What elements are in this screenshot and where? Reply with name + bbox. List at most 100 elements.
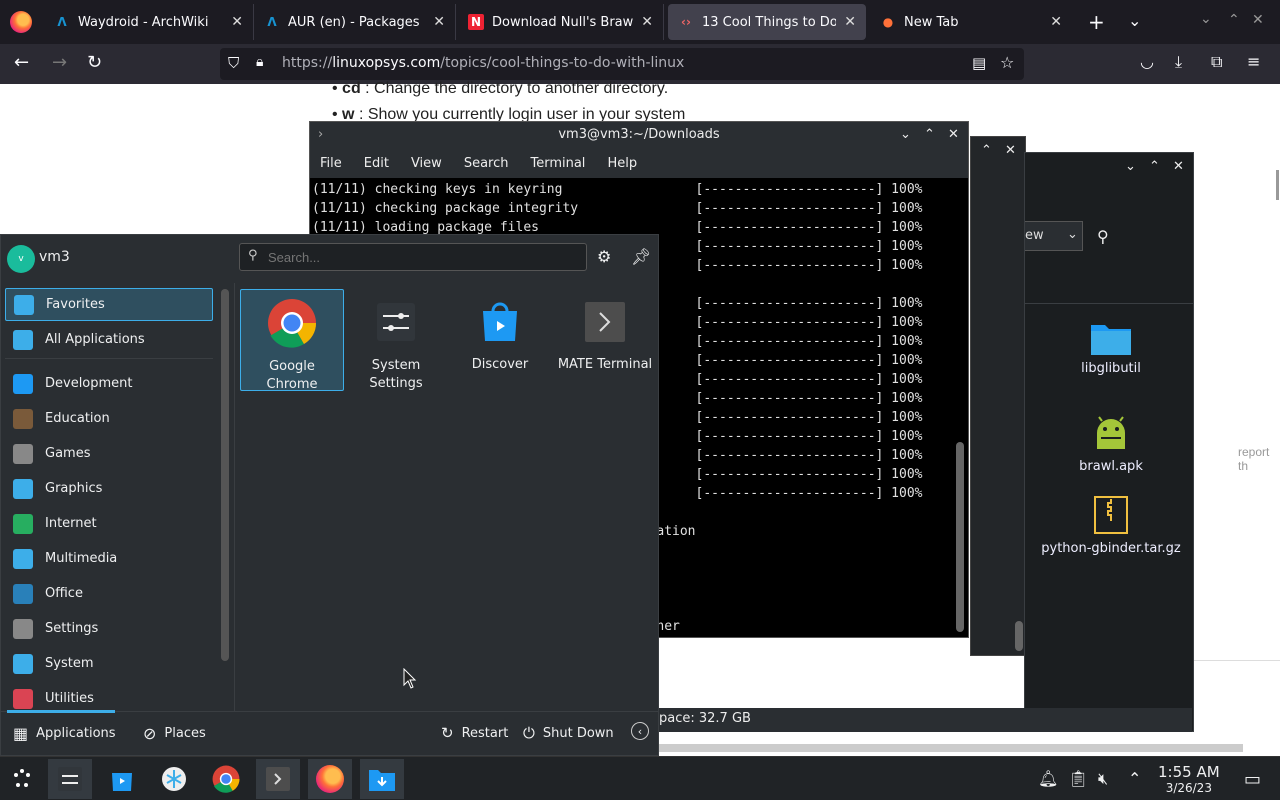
reader-view-icon[interactable]: ▤ <box>972 54 986 72</box>
file-item-libglibutil[interactable]: libglibutil <box>1041 319 1181 376</box>
minimize-window-icon[interactable]: ⌄ <box>1125 159 1136 174</box>
menu-view[interactable]: View <box>411 156 442 171</box>
forward-arrow-icon[interactable]: → <box>52 52 67 73</box>
category-graphics[interactable]: Graphics <box>5 472 213 505</box>
task-mate-terminal[interactable] <box>256 759 300 799</box>
tab-waydroid-archwiki[interactable]: Λ Waydroid - ArchWiki ✕ <box>44 4 254 40</box>
task-system-settings[interactable] <box>48 759 92 799</box>
tab-download-nulls-brawl[interactable]: N Download Null's Brawl ✕ <box>458 4 664 40</box>
close-tab-icon[interactable]: ✕ <box>433 14 445 30</box>
tab-new-tab[interactable]: ● New Tab ✕ <box>870 4 1072 40</box>
menu-terminal[interactable]: Terminal <box>530 156 585 171</box>
close-window-icon[interactable]: ✕ <box>948 122 959 148</box>
category-all-applications[interactable]: All Applications <box>5 323 213 356</box>
category-development[interactable]: Development <box>5 367 213 400</box>
close-tab-icon[interactable]: ✕ <box>641 14 653 30</box>
volume-muted-icon[interactable]: 🔇︎ <box>1098 769 1108 789</box>
menu-search[interactable]: Search <box>464 156 509 171</box>
tab-aur-packages[interactable]: Λ AUR (en) - Packages ✕ <box>254 4 456 40</box>
category-office[interactable]: Office <box>5 577 213 610</box>
menu-help[interactable]: Help <box>607 156 637 171</box>
close-window-icon[interactable]: ✕ <box>1173 159 1184 174</box>
close-window-icon[interactable]: ✕ <box>1252 12 1264 28</box>
terminal-titlebar[interactable]: › vm3@vm3:~/Downloads ⌄ ⌃ ✕ <box>310 122 968 148</box>
tab-places[interactable]: ⊘ Places <box>143 724 206 743</box>
tab-cool-things-linux[interactable]: ‹› 13 Cool Things to Do w ✕ <box>668 4 866 40</box>
tab-applications[interactable]: ▦ Applications <box>13 724 116 743</box>
app-label: Google Chrome <box>266 359 318 392</box>
system-settings-icon <box>377 303 415 341</box>
close-tab-icon[interactable]: ✕ <box>844 14 856 30</box>
view-mode-select[interactable]: ew ⌄ <box>1025 221 1083 251</box>
horizontal-scrollbar[interactable] <box>659 744 1243 752</box>
new-tab-button[interactable]: + <box>1088 10 1105 34</box>
reload-icon[interactable]: ↻ <box>87 52 102 73</box>
tray-expand-icon[interactable]: ⌃ <box>1128 769 1141 788</box>
more-options-icon[interactable]: ‹ <box>631 722 649 740</box>
task-waydroid[interactable] <box>152 759 196 799</box>
search-icon[interactable]: ⚲ <box>1097 227 1109 246</box>
minimize-window-icon[interactable]: ⌄ <box>900 122 911 148</box>
maximize-window-icon[interactable]: ⌃ <box>981 143 992 158</box>
show-desktop-icon[interactable]: ▭ <box>1244 769 1261 790</box>
configure-icon[interactable]: ⚙ <box>597 247 611 266</box>
clipboard-icon[interactable]: 📋︎ <box>1068 769 1088 788</box>
pocket-icon[interactable]: ◡ <box>1140 52 1154 71</box>
sidebar-scrollbar[interactable] <box>221 289 229 661</box>
menu-edit[interactable]: Edit <box>364 156 389 171</box>
firefox-icon <box>316 765 344 793</box>
scrollbar[interactable] <box>1015 621 1023 651</box>
minimize-window-icon[interactable]: ⌄ <box>1200 11 1212 27</box>
bookmark-star-icon[interactable]: ☆ <box>1000 53 1014 72</box>
pin-icon[interactable]: 📌︎ <box>631 247 651 266</box>
maximize-window-icon[interactable]: ⌃ <box>1228 12 1240 28</box>
extensions-icon[interactable]: ⧉ <box>1211 52 1222 72</box>
search-input[interactable] <box>268 247 578 267</box>
category-settings[interactable]: Settings <box>5 612 213 645</box>
avatar[interactable]: v <box>7 245 35 273</box>
close-tab-icon[interactable]: ✕ <box>231 14 243 30</box>
url-bar[interactable]: ⛉ 🔒︎ https://linuxopsys.com/topics/cool-… <box>220 48 1024 80</box>
category-internet[interactable]: Internet <box>5 507 213 540</box>
notifications-icon[interactable]: 🔔︎ <box>1038 769 1058 788</box>
favorite-system-settings[interactable]: System Settings <box>344 289 448 391</box>
app-launcher-button[interactable] <box>0 759 44 799</box>
file-name: brawl.apk <box>1079 459 1143 474</box>
category-system[interactable]: System <box>5 647 213 680</box>
firefox-menu-icon[interactable] <box>10 11 32 33</box>
task-google-chrome[interactable] <box>204 759 248 799</box>
favorite-google-chrome[interactable]: Google Chrome <box>240 289 344 392</box>
downloads-icon[interactable]: ⤓ <box>1175 52 1182 72</box>
close-tab-icon[interactable]: ✕ <box>1050 14 1062 30</box>
task-discover[interactable] <box>100 759 144 799</box>
category-games[interactable]: Games <box>5 437 213 470</box>
close-window-icon[interactable]: ✕ <box>1005 143 1016 158</box>
favorite-mate-terminal[interactable]: MATE Terminal <box>552 289 658 391</box>
shield-icon[interactable]: ⛉ <box>228 54 239 72</box>
task-file-manager[interactable] <box>360 759 404 799</box>
lock-icon[interactable]: 🔒︎ <box>256 54 263 70</box>
tab-title: New Tab <box>904 14 959 30</box>
maximize-window-icon[interactable]: ⌃ <box>1149 159 1160 174</box>
url-text[interactable]: https://linuxopsys.com/topics/cool-thing… <box>282 55 684 71</box>
back-arrow-icon[interactable]: ← <box>14 52 29 73</box>
file-item-python-gbinder[interactable]: python-gbinder.tar.gz <box>1041 495 1181 558</box>
maximize-window-icon[interactable]: ⌃ <box>924 122 935 148</box>
terminal-scrollbar[interactable] <box>956 442 964 632</box>
file-item-brawl-apk[interactable]: brawl.apk <box>1041 415 1181 474</box>
category-education[interactable]: Education <box>5 402 213 435</box>
category-multimedia[interactable]: Multimedia <box>5 542 213 575</box>
restart-button[interactable]: ↻ Restart <box>441 724 508 742</box>
category-favorites[interactable]: Favorites <box>5 288 213 321</box>
list-all-tabs-icon[interactable]: ⌄ <box>1128 11 1141 30</box>
launcher-search-box[interactable]: ⚲ <box>239 243 587 271</box>
report-link-text[interactable]: report th <box>1238 445 1280 473</box>
hamburger-menu-icon[interactable]: ≡ <box>1247 52 1260 71</box>
favorite-discover[interactable]: Discover <box>448 289 552 391</box>
clock[interactable]: 1:55 AM 3/26/23 <box>1158 763 1220 795</box>
task-firefox[interactable] <box>308 759 352 799</box>
menu-file[interactable]: File <box>320 156 342 171</box>
shutdown-button[interactable]: ⏻ Shut Down <box>523 724 614 742</box>
category-label: System <box>45 656 94 671</box>
page-scrollbar[interactable] <box>1276 170 1279 200</box>
